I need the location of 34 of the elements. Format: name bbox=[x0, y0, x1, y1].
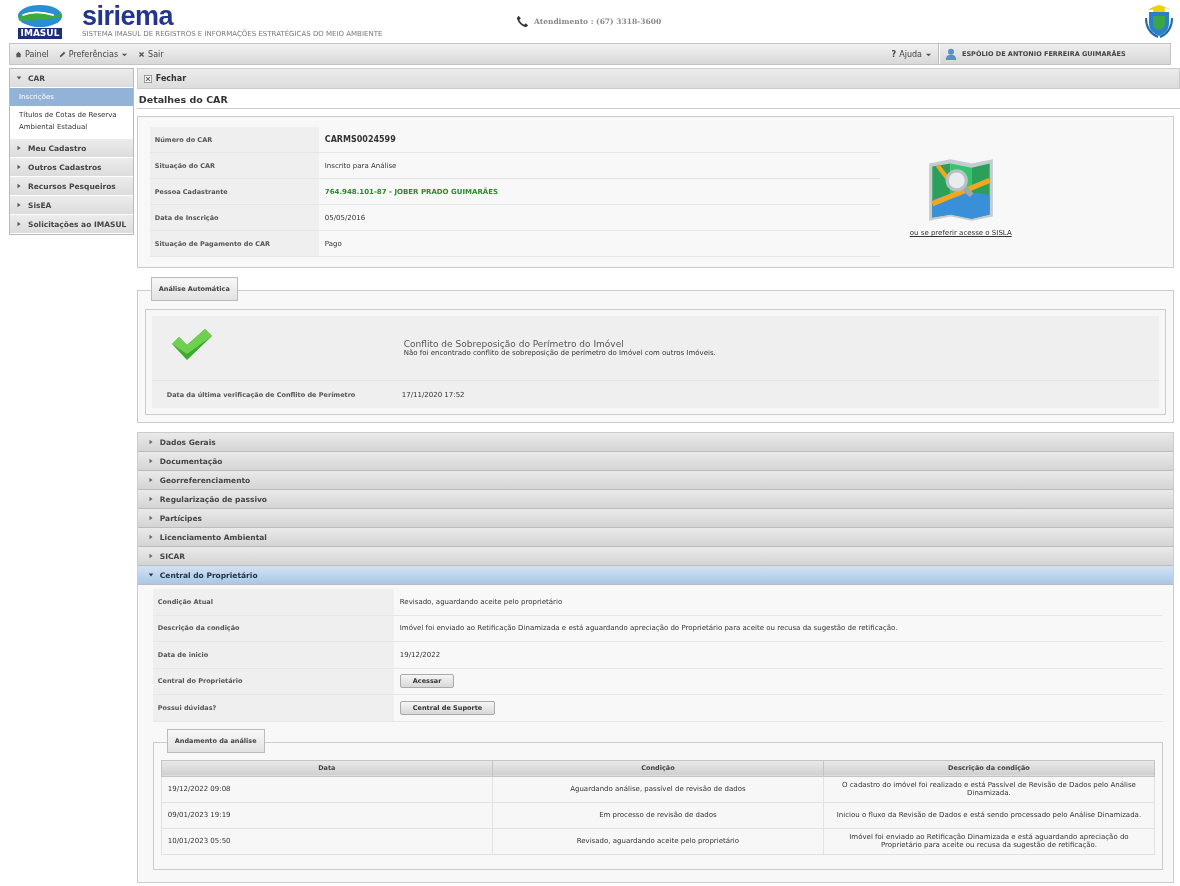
conflict-title: Conflito de Sobreposição do Perímetro do Imóvel bbox=[403, 339, 624, 349]
caret-right-icon bbox=[147, 439, 154, 445]
caret-right-icon bbox=[16, 202, 22, 208]
caret-right-icon bbox=[147, 458, 154, 464]
caret-right-icon bbox=[147, 496, 154, 502]
caret-right-icon bbox=[147, 534, 154, 540]
brand-name: siriema bbox=[82, 3, 174, 29]
coat-of-arms-icon bbox=[1144, 3, 1174, 39]
caret-right-icon bbox=[147, 477, 154, 483]
home-icon bbox=[15, 50, 22, 58]
caret-right-icon bbox=[147, 515, 154, 521]
caret-right-icon bbox=[16, 183, 22, 189]
user-icon bbox=[945, 48, 957, 60]
pencil-icon bbox=[58, 50, 66, 58]
caret-right-icon bbox=[16, 145, 22, 151]
menu-item[interactable]: Preferências bbox=[53, 44, 134, 64]
help-icon: ? bbox=[891, 49, 897, 59]
menu-item[interactable]: Sair bbox=[133, 44, 169, 64]
caret-right-icon bbox=[147, 553, 154, 559]
logo-text: IMASUL bbox=[17, 27, 63, 39]
close-icon bbox=[138, 50, 146, 58]
menu-item[interactable]: Painel bbox=[10, 44, 54, 64]
logo-emblem-icon bbox=[17, 3, 63, 28]
page-title: Detalhes do CAR bbox=[136, 91, 1180, 109]
field-value: CARMS0024599 bbox=[323, 134, 396, 146]
caret-down-icon bbox=[147, 572, 154, 578]
close-button[interactable]: Fechar bbox=[137, 74, 193, 83]
close-icon bbox=[143, 74, 152, 83]
help-label: Ajuda bbox=[899, 49, 922, 59]
phone-icon bbox=[516, 14, 529, 28]
caret-right-icon bbox=[16, 164, 22, 170]
caret-down-icon bbox=[16, 75, 22, 81]
checkmark-icon bbox=[169, 328, 214, 362]
caret-right-icon bbox=[16, 221, 22, 227]
